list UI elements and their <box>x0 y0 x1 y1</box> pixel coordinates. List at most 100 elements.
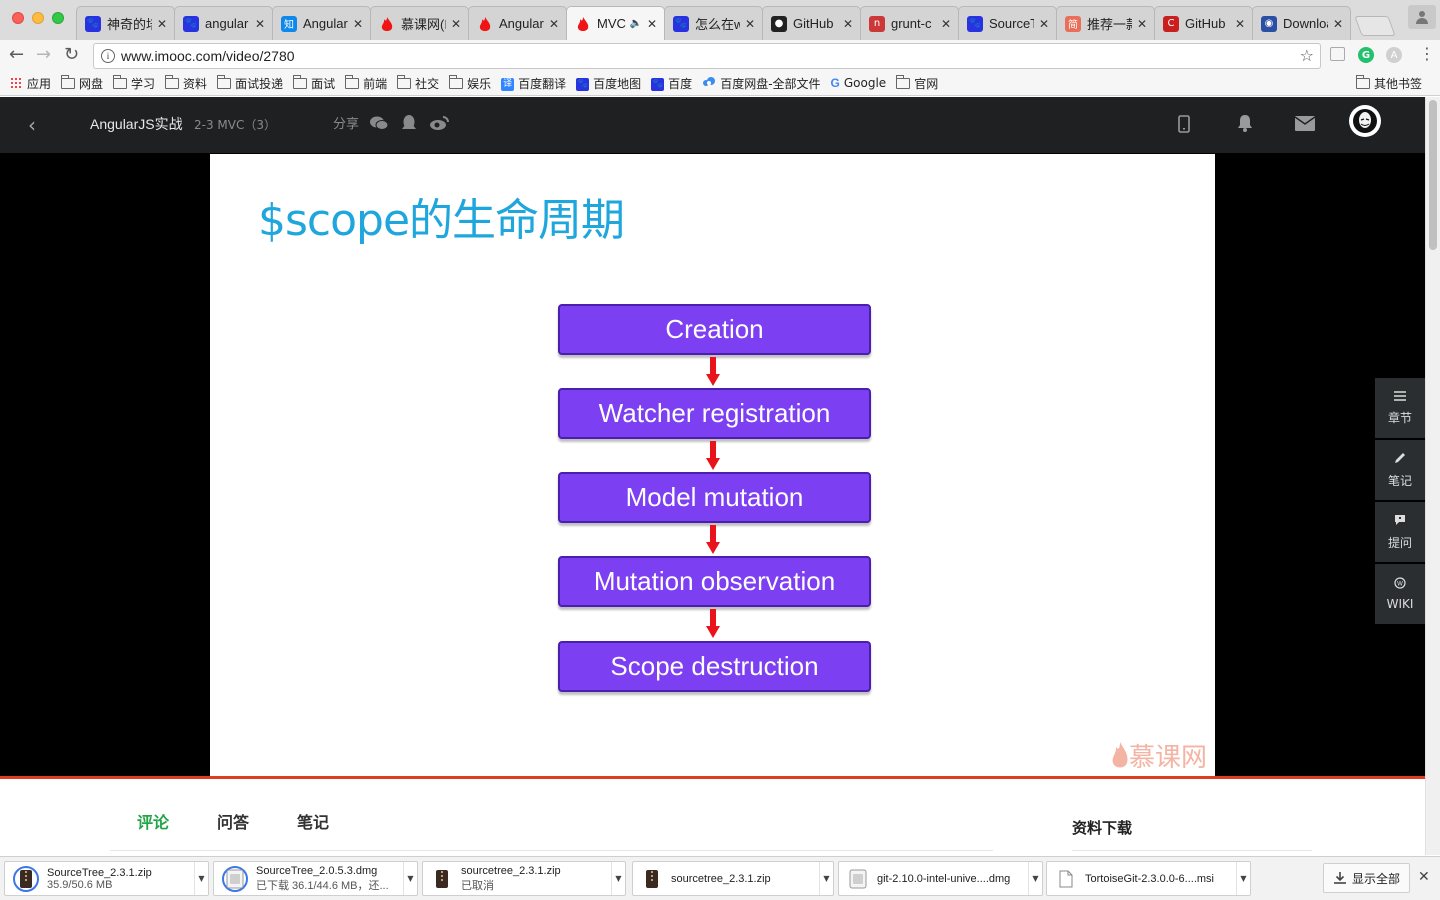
show-all-downloads-button[interactable]: 显示全部 <box>1323 863 1410 893</box>
maximize-window-button[interactable] <box>52 12 64 24</box>
back-arrow-icon[interactable]: ← <box>9 46 24 64</box>
bookmark-label: 百度网盘-全部文件 <box>720 76 821 91</box>
close-tab-icon[interactable]: ✕ <box>842 17 854 31</box>
close-shelf-icon[interactable]: ✕ <box>1418 869 1430 885</box>
tab-qa[interactable]: 问答 <box>217 809 249 833</box>
browser-tab[interactable]: 🐾 angular ✕ <box>174 6 273 40</box>
new-tab-button[interactable] <box>1354 16 1396 36</box>
bookmark-item[interactable]: 🐾 百度地图 <box>576 75 641 92</box>
apps-bookmark[interactable]: 应用 <box>10 75 51 92</box>
side-tool-panel: 章节 笔记 提问 W WIKI <box>1375 378 1425 626</box>
bookmark-item[interactable]: 前端 <box>345 74 387 92</box>
url-text[interactable]: www.imooc.com/video/2780 <box>121 48 295 64</box>
bookmark-item[interactable]: 学习 <box>113 74 155 92</box>
angular-extension-icon[interactable]: A <box>1386 47 1402 63</box>
download-menu-chevron-icon[interactable]: ▼ <box>611 862 625 895</box>
browser-tab[interactable]: 🐾 怎么在w ✕ <box>664 6 763 40</box>
browser-tab[interactable]: 慕课网(I ✕ <box>370 6 469 40</box>
download-menu-chevron-icon[interactable]: ▼ <box>819 862 833 895</box>
back-chevron-icon[interactable]: ‹ <box>28 113 36 137</box>
close-tab-icon[interactable]: ✕ <box>1332 17 1344 31</box>
close-tab-icon[interactable]: ✕ <box>940 17 952 31</box>
site-info-icon[interactable]: i <box>101 49 115 63</box>
download-item[interactable]: TortoiseGit-2.3.0.0-6....msi ▼ <box>1046 861 1251 896</box>
bookmark-item[interactable]: 官网 <box>896 74 938 92</box>
download-menu-chevron-icon[interactable]: ▼ <box>194 862 208 895</box>
side-tool-button[interactable]: 章节 <box>1375 378 1425 438</box>
qq-icon[interactable] <box>399 114 419 132</box>
download-item[interactable]: git-2.10.0-intel-unive....dmg ▼ <box>838 861 1043 896</box>
user-avatar[interactable] <box>1349 105 1381 137</box>
browser-tab[interactable]: 知 Angular ✕ <box>272 6 371 40</box>
browser-tab[interactable]: 简推荐一款 ✕ <box>1056 6 1155 40</box>
notification-bell-icon[interactable] <box>1235 113 1255 137</box>
speaker-icon[interactable]: 🔈 <box>630 18 642 29</box>
download-item[interactable]: sourcetree_2.3.1.zip 已取消 ▼ <box>422 861 626 896</box>
bookmark-item[interactable]: G Google <box>831 76 887 90</box>
bookmark-item[interactable]: 社交 <box>397 74 439 92</box>
grammarly-extension-icon[interactable]: G <box>1358 47 1374 63</box>
tabs-divider <box>110 850 993 851</box>
bookmark-star-icon[interactable]: ☆ <box>1300 46 1314 65</box>
reader-extension-icon[interactable] <box>1330 47 1345 61</box>
download-item[interactable]: SourceTree_2.3.1.zip 35.9/50.6 MB ▼ <box>4 861 209 896</box>
tab-title: 神奇的培 <box>107 17 152 32</box>
wechat-icon[interactable] <box>369 114 389 132</box>
download-item[interactable]: sourcetree_2.3.1.zip ▼ <box>632 861 834 896</box>
download-menu-chevron-icon[interactable]: ▼ <box>1028 862 1042 895</box>
browser-tab[interactable]: ● GitHub ✕ <box>762 6 861 40</box>
bookmark-item[interactable]: 百度网盘-全部文件 <box>702 75 821 92</box>
address-bar[interactable]: i www.imooc.com/video/2780 ☆ <box>93 43 1321 69</box>
profile-button[interactable] <box>1408 5 1436 29</box>
bookmark-item[interactable]: 译百度翻译 <box>501 75 566 92</box>
bookmark-item[interactable]: 面试 <box>293 74 335 92</box>
browser-tab[interactable]: Angular ✕ <box>468 6 567 40</box>
page-scrollbar[interactable] <box>1425 97 1440 855</box>
side-tool-label: WIKI <box>1386 597 1414 611</box>
side-tool-button[interactable]: 笔记 <box>1375 440 1425 500</box>
close-tab-icon[interactable]: ✕ <box>1038 17 1050 31</box>
close-tab-icon[interactable]: ✕ <box>1136 17 1148 31</box>
minimize-window-button[interactable] <box>32 12 44 24</box>
slide-title: $scope的生命周期 <box>258 195 625 246</box>
reload-icon[interactable]: ↻ <box>64 46 79 64</box>
close-tab-icon[interactable]: ✕ <box>646 17 658 31</box>
close-tab-icon[interactable]: ✕ <box>548 17 560 31</box>
side-tool-button[interactable]: W WIKI <box>1375 564 1425 624</box>
scrollbar-thumb[interactable] <box>1429 100 1437 250</box>
browser-tab[interactable]: 🐾 SourceT ✕ <box>958 6 1057 40</box>
browser-tab[interactable]: ◉ Downloa ✕ <box>1252 6 1351 40</box>
browser-tab[interactable]: n grunt-c ✕ <box>860 6 959 40</box>
download-menu-chevron-icon[interactable]: ▼ <box>403 862 417 895</box>
side-tool-button[interactable]: 提问 <box>1375 502 1425 562</box>
bookmark-item[interactable]: 资料 <box>165 74 207 92</box>
close-tab-icon[interactable]: ✕ <box>744 17 756 31</box>
download-item[interactable]: SourceTree_2.0.5.3.dmg 已下载 36.1/44.6 MB，还… <box>213 861 418 896</box>
more-menu-icon[interactable]: ⋮ <box>1419 45 1435 63</box>
down-arrow-icon <box>706 609 720 639</box>
forward-arrow-icon[interactable]: → <box>36 46 51 64</box>
close-tab-icon[interactable]: ✕ <box>450 17 462 31</box>
tab-notes[interactable]: 笔记 <box>297 809 329 833</box>
course-title[interactable]: AngularJS实战 <box>90 114 183 134</box>
close-tab-icon[interactable]: ✕ <box>156 17 168 31</box>
close-window-button[interactable] <box>12 12 24 24</box>
close-tab-icon[interactable]: ✕ <box>352 17 364 31</box>
mobile-icon[interactable] <box>1178 115 1190 137</box>
other-bookmarks[interactable]: 其他书签 <box>1355 75 1422 92</box>
close-tab-icon[interactable]: ✕ <box>254 17 266 31</box>
browser-tab[interactable]: C GitHub ✕ <box>1154 6 1253 40</box>
bookmark-item[interactable]: 🐾 百度 <box>651 75 692 92</box>
bookmark-item[interactable]: 面试投递 <box>217 74 283 92</box>
close-tab-icon[interactable]: ✕ <box>1234 17 1246 31</box>
bookmark-item[interactable]: 娱乐 <box>449 74 491 92</box>
browser-tab[interactable]: 🐾 神奇的培 ✕ <box>76 6 175 40</box>
download-menu-chevron-icon[interactable]: ▼ <box>1236 862 1250 895</box>
tab-title: GitHub <box>793 16 834 31</box>
bookmark-item[interactable]: 网盘 <box>61 74 103 92</box>
tab-comments[interactable]: 评论 <box>137 809 169 833</box>
browser-tab[interactable]: MVC 🔈 ✕ <box>566 6 665 40</box>
pencil-icon <box>1394 452 1406 468</box>
mail-icon[interactable] <box>1294 116 1316 135</box>
weibo-icon[interactable] <box>429 114 450 132</box>
